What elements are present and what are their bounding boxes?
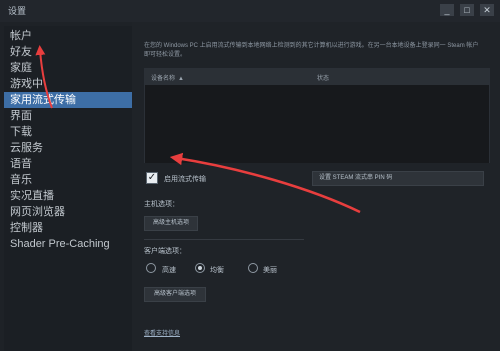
sidebar-item-remote-play[interactable]: 家用流式传输 (4, 92, 132, 108)
sidebar-item-friends[interactable]: 好友 (4, 44, 132, 60)
settings-sidebar: 帐户 好友 家庭 游戏中 家用流式传输 界面 下载 云服务 语音 音乐 实况直播… (4, 26, 132, 351)
sidebar-item-web-browser[interactable]: 网页浏览器 (4, 204, 132, 220)
sidebar-item-shader-pre-caching[interactable]: Shader Pre-Caching (4, 236, 132, 252)
radio-fast[interactable] (146, 263, 156, 273)
column-header-status[interactable]: 状态 (317, 73, 329, 82)
device-table-header: 设备名称 ▲ 状态 (145, 69, 489, 85)
sidebar-item-controller[interactable]: 控制器 (4, 220, 132, 236)
enable-streaming-checkbox[interactable]: ✓ (146, 172, 158, 184)
remote-play-description: 在您的 Windows PC 上启用流式传输到本地网络上检测到的其它计算机以进行… (144, 43, 479, 58)
radio-beautiful[interactable] (248, 263, 258, 273)
radio-balanced[interactable] (195, 263, 205, 273)
radio-balanced-label: 均衡 (210, 267, 224, 274)
advanced-host-options-button[interactable]: 高级主机选项 (144, 216, 198, 231)
sidebar-item-music[interactable]: 音乐 (4, 172, 132, 188)
sidebar-item-in-game[interactable]: 游戏中 (4, 76, 132, 92)
sidebar-item-broadcasting[interactable]: 实况直播 (4, 188, 132, 204)
radio-fast-label: 高速 (162, 267, 176, 274)
sidebar-item-voice[interactable]: 语音 (4, 156, 132, 172)
sort-ascending-icon: ▲ (178, 76, 184, 82)
close-button[interactable]: ✕ (480, 4, 494, 16)
window-title: 设置 (8, 6, 27, 16)
sidebar-item-account[interactable]: 帐户 (4, 28, 132, 44)
minimize-button[interactable]: _ (440, 4, 454, 16)
sidebar-item-downloads[interactable]: 下载 (4, 124, 132, 140)
remote-play-panel: 在您的 Windows PC 上启用流式传输到本地网络上检测到的其它计算机以进行… (132, 22, 500, 351)
sidebar-item-cloud[interactable]: 云服务 (4, 140, 132, 156)
device-table: 设备名称 ▲ 状态 (144, 68, 490, 163)
enable-streaming-label: 启用流式传输 (164, 176, 206, 183)
sidebar-item-family[interactable]: 家庭 (4, 60, 132, 76)
device-list (145, 85, 489, 163)
maximize-button[interactable]: □ (460, 4, 474, 16)
advanced-client-options-button[interactable]: 高级客户端选项 (144, 287, 206, 302)
section-divider (144, 239, 304, 240)
column-header-device-name[interactable]: 设备名称 ▲ (151, 73, 184, 82)
sidebar-item-interface[interactable]: 界面 (4, 108, 132, 124)
column-device-name-label: 设备名称 (151, 76, 176, 82)
radio-beautiful-label: 美丽 (263, 267, 277, 274)
client-options-label: 客户端选项： (144, 248, 186, 255)
window-controls: _ □ ✕ (440, 4, 494, 16)
support-info-link[interactable]: 查看支持信息 (144, 328, 180, 337)
host-options-label: 主机选项： (144, 201, 179, 208)
set-pin-button[interactable]: 设置 STEAM 流式串 PIN 码 (312, 171, 484, 186)
title-bar: 设置 _ □ ✕ (0, 0, 500, 22)
